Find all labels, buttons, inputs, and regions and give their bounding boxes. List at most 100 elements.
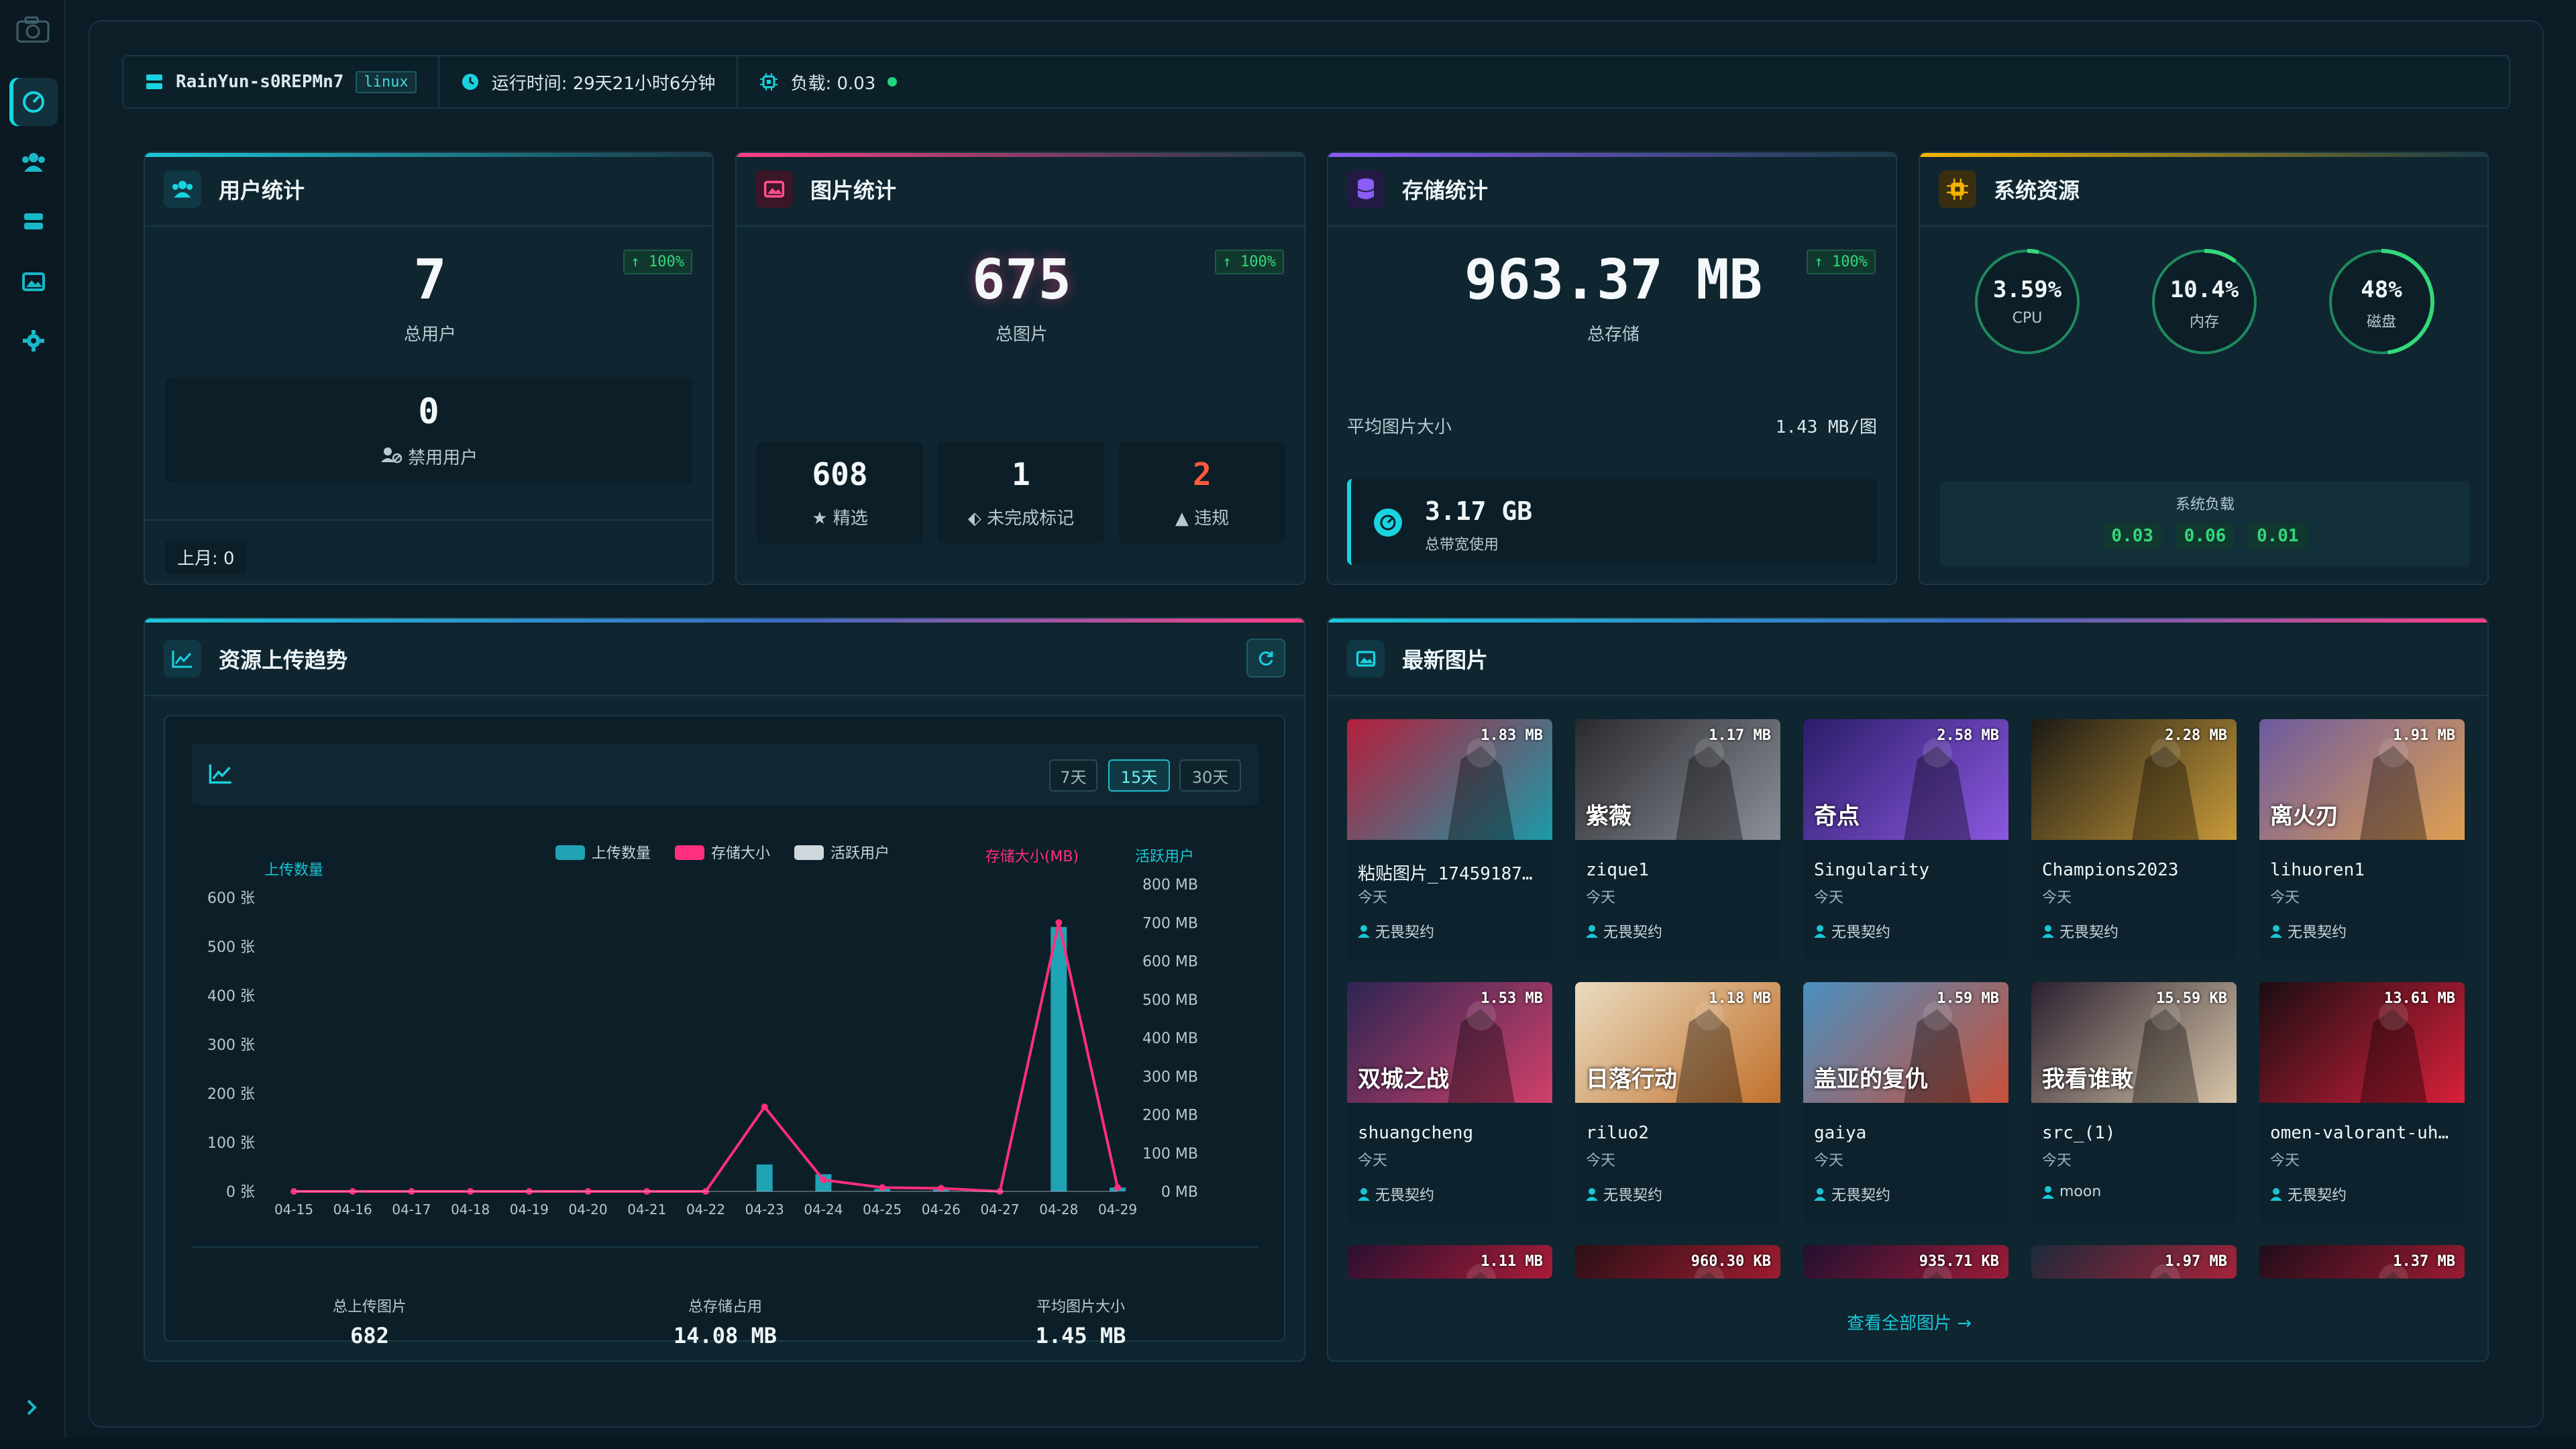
image-thumbnail[interactable]: 1.11 MB — [1347, 1245, 1552, 1279]
refresh-button[interactable] — [1246, 639, 1285, 678]
chevron-right-icon — [27, 1399, 37, 1415]
image-owner: 无畏契约 — [1586, 920, 1662, 942]
chip-icon — [760, 73, 778, 91]
image-thumbnail[interactable]: 2.28 MB — [2031, 719, 2237, 840]
view-all-link[interactable]: 查看全部图片 → — [1328, 1309, 2487, 1334]
image-name: src_(1) — [2042, 1123, 2116, 1143]
y-left-tick: 300 张 — [207, 1037, 255, 1054]
last-month: 上月: 0 — [165, 541, 247, 574]
image-card-partial[interactable]: 1.37 MB — [2259, 1245, 2465, 1279]
image-thumbnail[interactable]: 960.30 KB — [1575, 1245, 1780, 1279]
nav-storage[interactable] — [9, 197, 58, 246]
banned-users-box: 0 禁用用户 — [165, 377, 692, 483]
image-thumbnail[interactable]: 日落行动 1.18 MB — [1575, 982, 1780, 1103]
image-size: 1.18 MB — [1709, 990, 1771, 1007]
y-right2-title: 活跃用户 — [1135, 849, 1194, 865]
image-owner: 无畏契约 — [2270, 920, 2347, 942]
range-15-days[interactable]: 15天 — [1108, 759, 1170, 792]
image-card[interactable]: 2.28 MB Champions2023 今天 无畏契约 — [2031, 719, 2237, 961]
x-tick: 04-21 — [627, 1201, 666, 1218]
y-right-tick: 400 MB — [1142, 1030, 1198, 1047]
summary-avg-size: 平均图片大小 1.45 MB — [903, 1253, 1258, 1348]
owner-name: 无畏契约 — [1831, 924, 1891, 941]
bandwidth-label: 总带宽使用 — [1425, 537, 1499, 553]
user-icon — [1358, 925, 1370, 938]
violations-box: 2 ▲ 违规 — [1119, 441, 1285, 543]
image-thumbnail[interactable]: 13.61 MB — [2259, 982, 2465, 1103]
chart-panel: 上传数量 存储大小 活跃用户 上传数量 存储大小(MB) 活跃用户 0 张 100 张 200 … — [164, 715, 1285, 1348]
image-card-partial[interactable]: 1.97 MB — [2031, 1245, 2237, 1279]
image-date: 今天 — [1586, 1152, 1616, 1169]
image-date: 今天 — [1586, 890, 1616, 906]
image-card[interactable]: 离火刃 1.91 MB lihuoren1 今天 无畏契约 — [2259, 719, 2465, 961]
image-overlay-text: 离火刃 — [2270, 803, 2339, 830]
image-thumbnail[interactable]: 1.97 MB — [2031, 1245, 2237, 1279]
image-card-partial[interactable]: 1.11 MB — [1347, 1245, 1552, 1279]
image-thumbnail[interactable]: 双城之战 1.53 MB — [1347, 982, 1552, 1103]
image-card[interactable]: 1.83 MB 粘贴图片_174591871… 今天 无畏契约 — [1347, 719, 1552, 961]
image-owner: 无畏契约 — [2270, 1183, 2347, 1205]
y-right-tick: 0 MB — [1161, 1184, 1198, 1201]
user-icon — [2042, 925, 2054, 938]
nav-dashboard[interactable] — [9, 78, 58, 126]
y-right-tick: 500 MB — [1142, 992, 1198, 1009]
chip-icon — [1939, 170, 1976, 208]
range-30-days[interactable]: 30天 — [1179, 759, 1241, 792]
image-thumbnail[interactable]: 1.83 MB — [1347, 719, 1552, 840]
image-thumbnail[interactable]: 紫薇 1.17 MB — [1575, 719, 1780, 840]
point-storage-size — [820, 1176, 827, 1183]
x-tick: 04-22 — [686, 1201, 725, 1218]
image-overlay-text: 日落行动 — [1586, 1066, 1677, 1093]
banned-label: 禁用用户 — [408, 448, 478, 468]
image-thumbnail[interactable]: 935.71 KB — [1803, 1245, 2008, 1279]
image-thumbnail[interactable]: 盖亚的复仇 1.59 MB — [1803, 982, 2008, 1103]
range-7-days[interactable]: 7天 — [1049, 759, 1097, 792]
owner-name: 无畏契约 — [2288, 1187, 2347, 1204]
violations-count: 2 — [1193, 456, 1212, 492]
load-5m: 0.06 — [2176, 523, 2235, 549]
image-card[interactable]: 13.61 MB omen-valorant-uh… 今天 无畏契约 — [2259, 982, 2465, 1224]
server-host: RainYun-s0REPMn7 linux — [123, 56, 439, 107]
image-card-partial[interactable]: 960.30 KB — [1575, 1245, 1780, 1279]
dashboard-icon — [23, 91, 44, 113]
image-card[interactable]: 双城之战 1.53 MB shuangcheng 今天 无畏契约 — [1347, 982, 1552, 1224]
y-right-tick: 700 MB — [1142, 915, 1198, 932]
point-storage-size — [1114, 1184, 1121, 1191]
legend-label: 上传数量 — [592, 845, 651, 862]
nav-users[interactable] — [9, 138, 58, 186]
nav-settings[interactable] — [9, 317, 58, 365]
unmarked-count: 1 — [1012, 456, 1030, 492]
x-tick: 04-17 — [392, 1201, 431, 1218]
sidebar-toggle[interactable] — [20, 1395, 44, 1419]
x-tick: 04-16 — [333, 1201, 372, 1218]
image-card[interactable]: 盖亚的复仇 1.59 MB gaiya 今天 无畏契约 — [1803, 982, 2008, 1224]
owner-name: 无畏契约 — [1603, 1187, 1663, 1204]
image-overlay-text: 奇点 — [1814, 803, 1860, 830]
y-left-tick: 600 张 — [207, 890, 255, 907]
nav-images[interactable] — [9, 258, 58, 306]
image-card[interactable]: 紫薇 1.17 MB zique1 今天 无畏契约 — [1575, 719, 1780, 961]
image-thumbnail[interactable]: 我看谁敢 15.59 KB — [2031, 982, 2237, 1103]
summary-label: 总存储占用 — [688, 1299, 762, 1316]
x-tick: 04-18 — [451, 1201, 490, 1218]
image-thumbnail[interactable]: 奇点 2.58 MB — [1803, 719, 2008, 840]
image-size: 2.28 MB — [2165, 727, 2227, 744]
image-date: 今天 — [1814, 890, 1844, 906]
violations-label-row: ▲ 违规 — [1119, 504, 1285, 529]
summary-value: 1.45 MB — [1035, 1323, 1126, 1348]
image-card[interactable]: 奇点 2.58 MB Singularity 今天 无畏契约 — [1803, 719, 2008, 961]
load-text: 负载: 0.03 — [790, 73, 876, 94]
image-card[interactable]: 日落行动 1.18 MB riluo2 今天 无畏契约 — [1575, 982, 1780, 1224]
uptime-text: 运行时间: 29天21小时6分钟 — [491, 73, 716, 94]
image-card-partial[interactable]: 935.71 KB — [1803, 1245, 2008, 1279]
image-grid: 1.83 MB 粘贴图片_174591871… 今天 无畏契约 紫薇 1.17 MB ziq… — [1328, 619, 2487, 1360]
image-stats-card: 图片统计 ↑ 100% 675 总图片 608 ★ 精选 1 ⬖ 未完成标记 2… — [735, 152, 1305, 585]
image-overlay-text: 我看谁敢 — [2042, 1066, 2133, 1093]
image-card[interactable]: 我看谁敢 15.59 KB src_(1) 今天 moon — [2031, 982, 2237, 1224]
user-icon — [2270, 1188, 2282, 1201]
image-thumbnail[interactable]: 离火刃 1.91 MB — [2259, 719, 2465, 840]
legend-label: 活跃用户 — [830, 845, 890, 862]
card-title: 图片统计 — [810, 178, 897, 203]
image-size: 1.17 MB — [1709, 727, 1771, 744]
image-thumbnail[interactable]: 1.37 MB — [2259, 1245, 2465, 1279]
